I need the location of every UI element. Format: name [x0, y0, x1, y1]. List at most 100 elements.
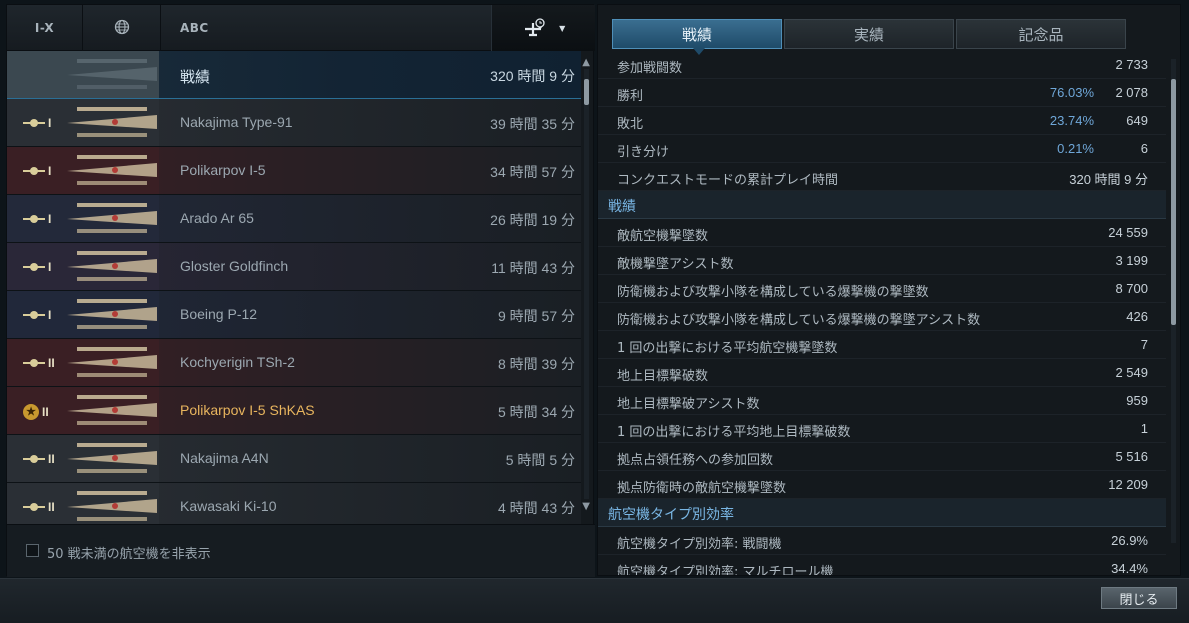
bottom-filter-bar: 50 戦未満の航空機を非表示: [7, 524, 595, 577]
aircraft-row[interactable]: I Polikarpov I-5 34 時間 57 分: [7, 147, 581, 195]
aircraft-summary-row[interactable]: 戦績 320 時間 9 分: [7, 51, 581, 99]
stat-value: 26.9%: [1111, 533, 1148, 548]
stat-label: 拠点占領任務への参加回数: [617, 453, 774, 468]
aircraft-row[interactable]: II Kawasaki Ki-10 4 時間 43 分: [7, 483, 581, 524]
hide-low-battles-checkbox[interactable]: [26, 544, 39, 557]
tier-label: II: [48, 452, 55, 466]
statistics-panel: 戦績 実績 記念品 参加戦闘数 2 733 勝利 76.03% 2 078 敗北 23.74% 6…: [597, 4, 1181, 576]
stat-percentage: 23.74%: [1049, 113, 1094, 128]
stat-value: 2 078: [1115, 85, 1148, 100]
stat-label: 引き分け: [617, 145, 670, 160]
stat-row: 1 回の出撃における平均航空機撃墜数 7: [598, 331, 1166, 359]
stat-percentage: 0.21%: [1057, 141, 1094, 156]
stat-row: 勝利 76.03% 2 078: [598, 79, 1166, 107]
scrollbar-thumb[interactable]: [1171, 79, 1176, 325]
tab-souvenirs[interactable]: 記念品: [956, 19, 1126, 49]
filter-bar: I-X ABC ▼: [7, 5, 595, 51]
stat-row: 引き分け 0.21% 6: [598, 135, 1166, 163]
tier-label: I: [48, 164, 52, 178]
tier-filter-label: I-X: [34, 21, 55, 35]
chevron-down-icon: ▼: [559, 23, 566, 33]
tier-label: II: [42, 405, 49, 419]
stat-row: 防衛機および攻撃小隊を構成している爆撃機の撃墜数 8 700: [598, 275, 1166, 303]
tier-label: II: [48, 500, 55, 514]
alphabetical-sort-button[interactable]: ABC: [162, 5, 222, 51]
scroll-up-arrow-icon[interactable]: ▲: [582, 57, 590, 68]
aircraft-name: Nakajima A4N: [180, 450, 269, 466]
stat-row: 航空機タイプ別効率: 戦闘機 26.9%: [598, 527, 1166, 555]
stat-label: 防衛機および攻撃小隊を構成している爆撃機の撃墜アシスト数: [617, 313, 981, 328]
rank-wings-icon: [23, 167, 45, 175]
stat-value: 1: [1140, 421, 1148, 436]
stat-label: 参加戦闘数: [617, 61, 683, 76]
aircraft-row[interactable]: I Boeing P-12 9 時間 57 分: [7, 291, 581, 339]
aircraft-row[interactable]: I Arado Ar 65 26 時間 19 分: [7, 195, 581, 243]
stat-label: 地上目標撃破数: [617, 369, 709, 384]
stat-label: 勝利: [617, 89, 644, 104]
aircraft-row[interactable]: I Gloster Goldfinch 11 時間 43 分: [7, 243, 581, 291]
aircraft-thumbnail: [7, 51, 159, 98]
stat-row: 拠点占領任務への参加回数 5 516: [598, 443, 1166, 471]
stat-label: 敵機撃墜アシスト数: [617, 257, 734, 272]
stats-scrollbar[interactable]: [1171, 59, 1176, 543]
tab-achievements[interactable]: 実績: [784, 19, 954, 49]
stat-row: 航空機タイプ別効率: マルチロール機 34.4%: [598, 555, 1166, 575]
tier-filter-button[interactable]: I-X: [7, 5, 83, 51]
play-time: 34 時間 57 分: [490, 164, 575, 180]
tier-badge: I: [23, 260, 51, 274]
aircraft-row[interactable]: ★ II Polikarpov I-5 ShKAS 5 時間 34 分: [7, 387, 581, 435]
aircraft-name: Polikarpov I-5: [180, 162, 266, 178]
stats-section-header: 戦績: [598, 191, 1166, 219]
tab-results[interactable]: 戦績: [612, 19, 782, 55]
tier-label: I: [48, 212, 52, 226]
globe-icon: [114, 19, 130, 38]
play-time: 5 時間 34 分: [497, 404, 575, 420]
stat-row: 敵機撃墜アシスト数 3 199: [598, 247, 1166, 275]
stat-value: 649: [1126, 113, 1148, 128]
rank-wings-icon: [23, 311, 45, 319]
stat-row: 拠点防衛時の敵航空機撃墜数 12 209: [598, 471, 1166, 499]
stat-row: 敗北 23.74% 649: [598, 107, 1166, 135]
stat-value: 24 559: [1108, 225, 1148, 240]
aircraft-name: Kochyerigin TSh-2: [180, 354, 295, 370]
tier-badge: I: [23, 212, 51, 226]
stat-label: 航空機タイプ別効率: 戦闘機: [617, 537, 782, 552]
stat-value: 320 時間 9 分: [1069, 172, 1148, 187]
scroll-down-arrow-icon[interactable]: ▼: [582, 501, 590, 512]
stat-label: 防衛機および攻撃小隊を構成している爆撃機の撃墜数: [617, 285, 929, 300]
stat-row: 防衛機および攻撃小隊を構成している爆撃機の撃墜アシスト数 426: [598, 303, 1166, 331]
stats-table: 参加戦闘数 2 733 勝利 76.03% 2 078 敗北 23.74% 649 引き分け 0.…: [598, 51, 1166, 575]
play-time: 39 時間 35 分: [490, 116, 575, 132]
tier-badge: II: [23, 452, 55, 466]
tier-badge: ★ II: [23, 404, 49, 420]
stat-row: 地上目標撃破数 2 549: [598, 359, 1166, 387]
rank-wings-icon: [23, 263, 45, 271]
stats-section-header: 航空機タイプ別効率: [598, 499, 1166, 527]
tier-label: I: [48, 308, 52, 322]
scrollbar-thumb[interactable]: [584, 79, 589, 105]
aircraft-list-scrollbar[interactable]: [584, 69, 589, 499]
stat-row: 敵航空機撃墜数 24 559: [598, 219, 1166, 247]
aircraft-row[interactable]: II Kochyerigin TSh-2 8 時間 39 分: [7, 339, 581, 387]
play-time: 320 時間 9 分: [490, 68, 575, 84]
stat-value: 7: [1140, 337, 1148, 352]
footer-bar: 閉じる: [0, 578, 1189, 623]
aircraft-row[interactable]: I Nakajima Type-91 39 時間 35 分: [7, 99, 581, 147]
sort-mode-dropdown[interactable]: ▼: [491, 5, 595, 51]
rank-wings-icon: [23, 503, 45, 511]
stat-value: 12 209: [1108, 477, 1148, 492]
tier-badge: II: [23, 356, 55, 370]
aircraft-name: Nakajima Type-91: [180, 114, 293, 130]
play-time: 11 時間 43 分: [491, 260, 575, 276]
tier-badge: I: [23, 116, 51, 130]
stat-label: 拠点防衛時の敵航空機撃墜数: [617, 481, 787, 496]
aircraft-row[interactable]: II Nakajima A4N 5 時間 5 分: [7, 435, 581, 483]
stat-label: 敗北: [617, 117, 644, 132]
nation-filter-button[interactable]: [84, 5, 161, 51]
tier-label: II: [48, 356, 55, 370]
aircraft-name: Gloster Goldfinch: [180, 258, 289, 274]
stat-row: 地上目標撃破アシスト数 959: [598, 387, 1166, 415]
tier-label: I: [48, 260, 52, 274]
play-time: 4 時間 43 分: [497, 500, 575, 516]
close-button[interactable]: 閉じる: [1101, 587, 1177, 609]
